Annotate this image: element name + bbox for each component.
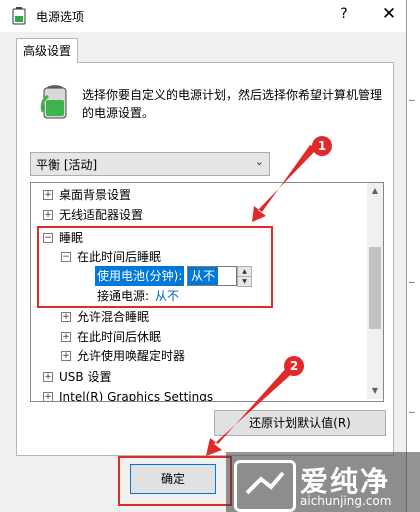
arrow-2-icon: [206, 366, 296, 456]
tab-advanced-settings[interactable]: 高级设置: [16, 38, 78, 63]
annotation-badge-2: 2: [284, 356, 304, 376]
watermark: 爱纯净 aichunjing.com: [234, 458, 414, 512]
watermark-url: aichunjing.com: [300, 494, 392, 508]
arrow-1-icon: [252, 145, 318, 222]
annotation-badge-1: 1: [312, 136, 332, 156]
watermark-logo-icon: [234, 460, 296, 512]
annotation-arrows: [206, 145, 318, 456]
